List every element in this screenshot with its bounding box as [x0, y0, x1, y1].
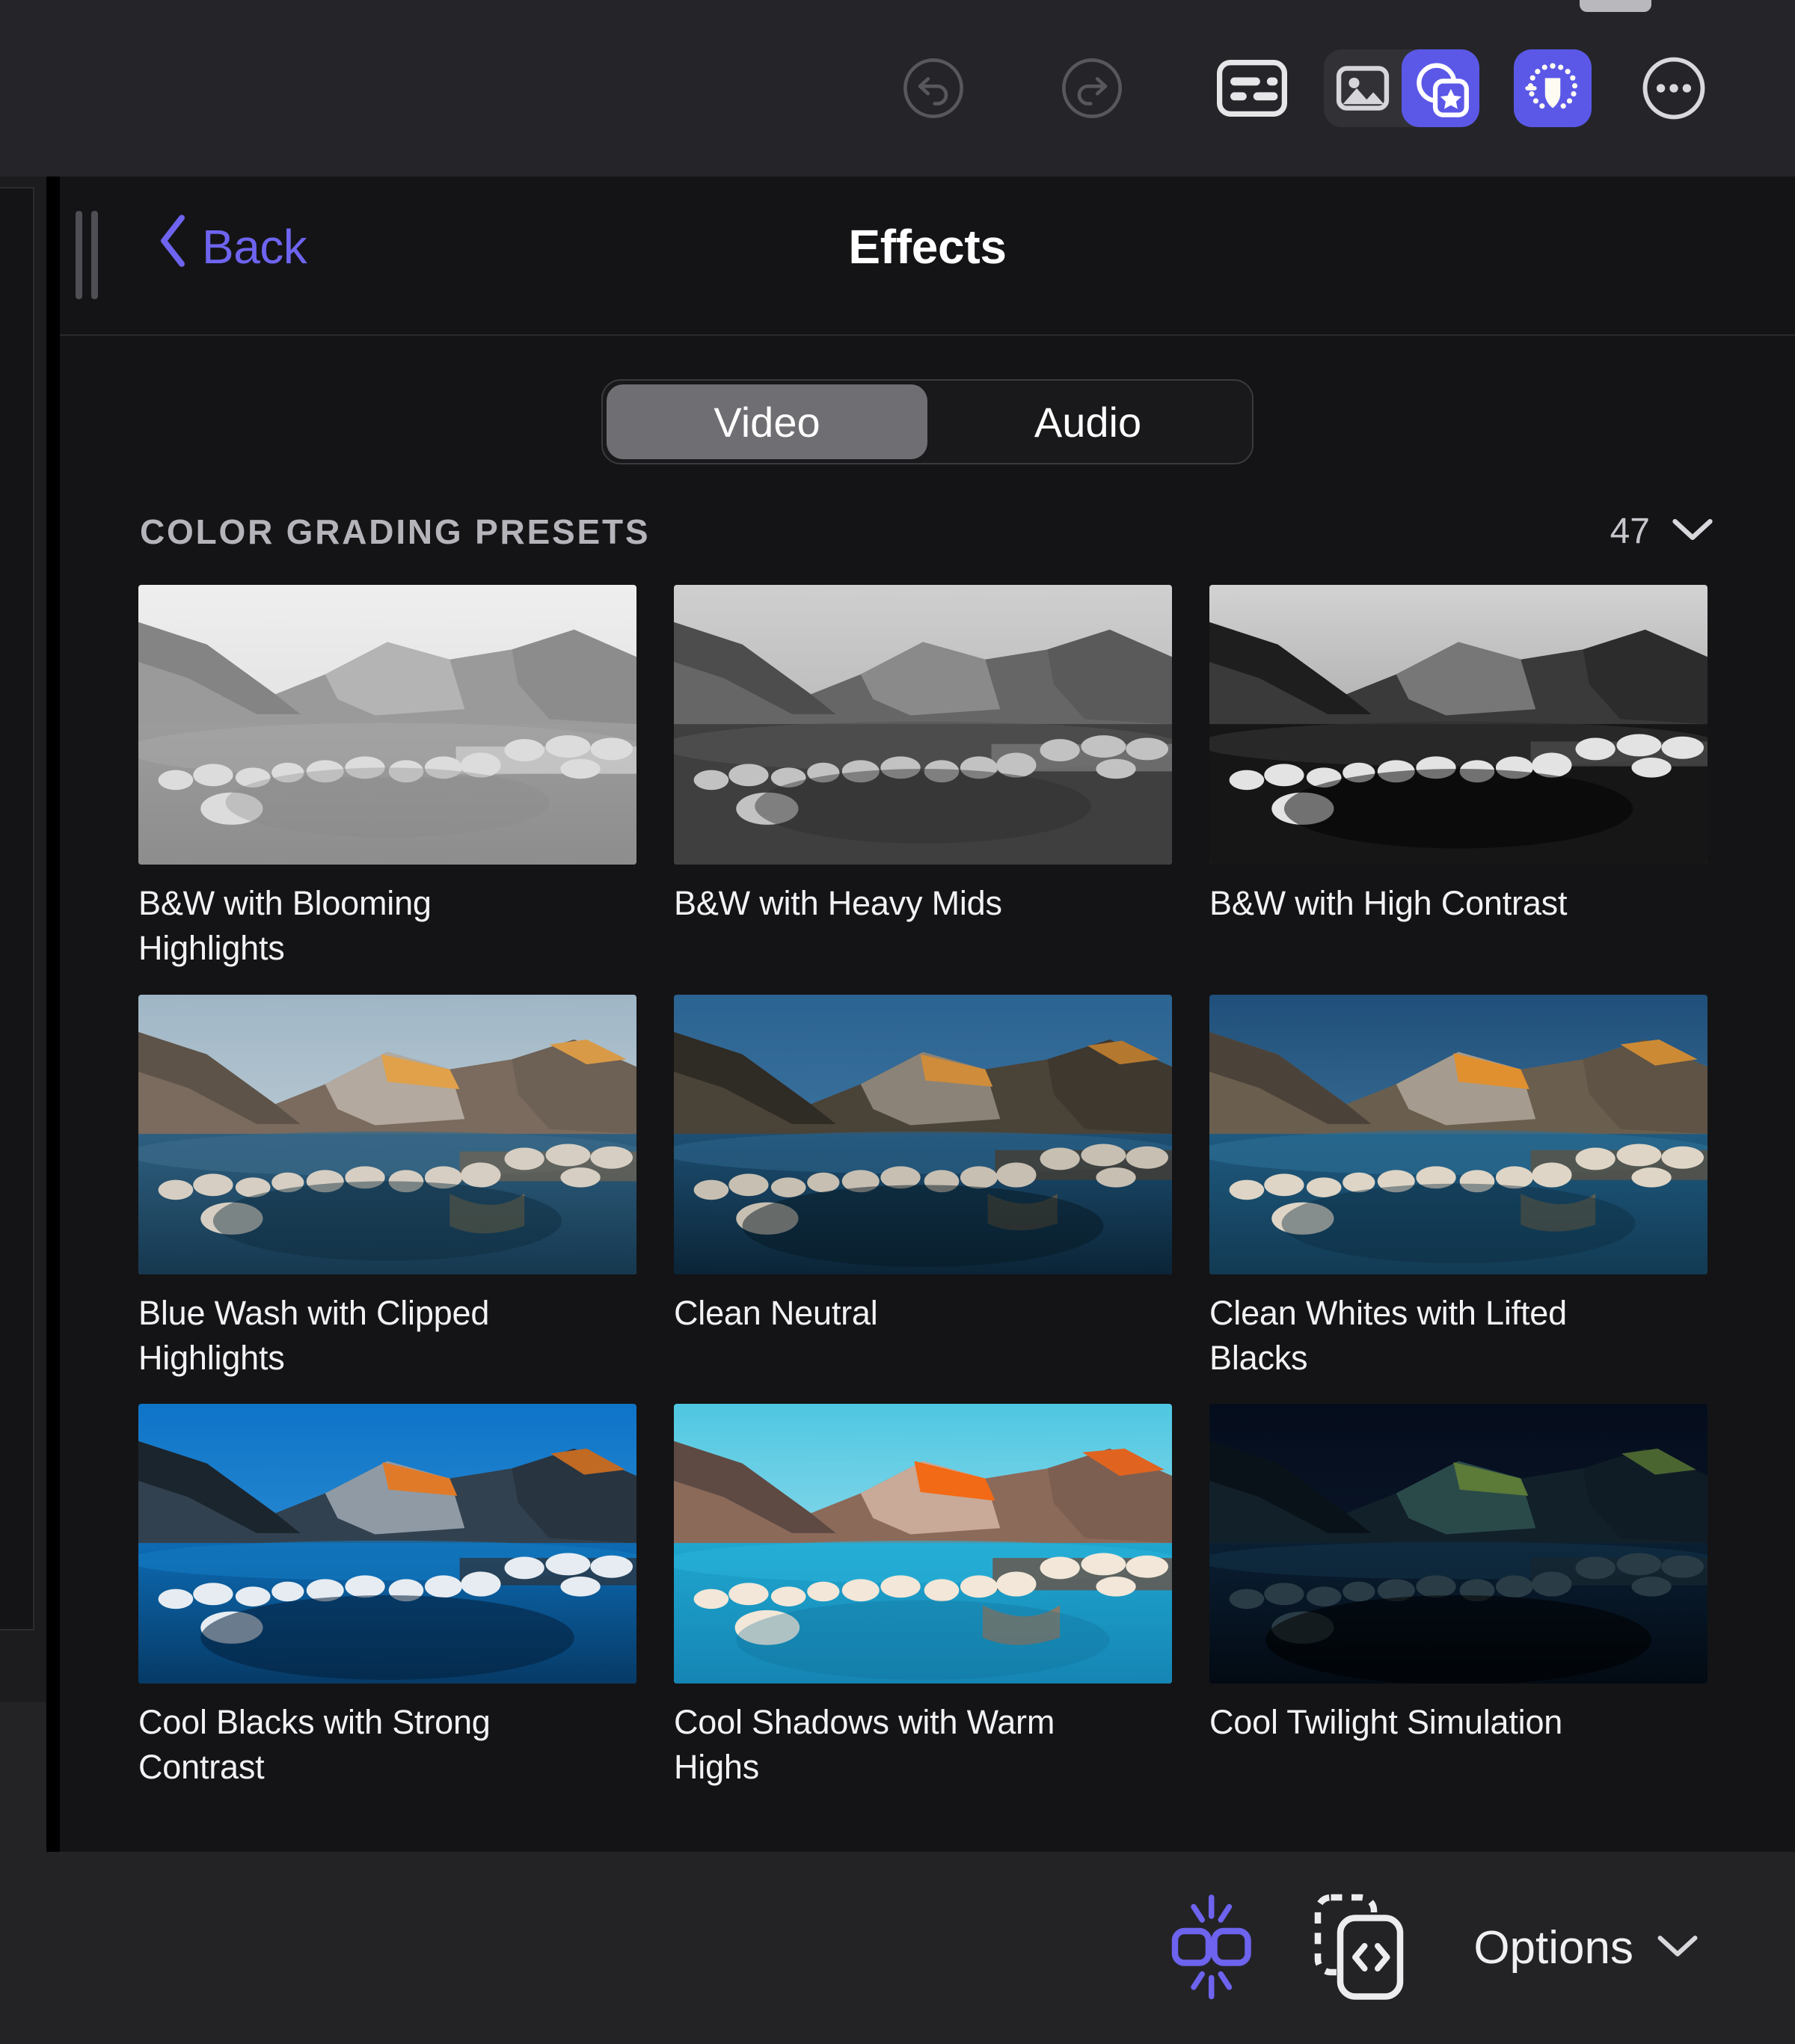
- captions-icon: [1217, 60, 1287, 117]
- undo-button[interactable]: [895, 49, 972, 127]
- preset-grid: B&W with Blooming Highlights: [138, 585, 1795, 1790]
- app-root: Back Effects Video Audio COLOR GRADING P…: [0, 0, 1795, 2044]
- preset-label: Cool Twilight Simulation: [1209, 1700, 1628, 1745]
- panel-switcher-group: [1324, 49, 1479, 127]
- section-title: COLOR GRADING PRESETS: [140, 512, 650, 552]
- bottom-toolbar: Options: [0, 1852, 1795, 2044]
- preset-thumbnail[interactable]: [1209, 585, 1707, 865]
- preset-thumbnail[interactable]: [674, 1404, 1172, 1684]
- preset-label: Cool Blacks with Strong Contrast: [138, 1700, 557, 1790]
- preset-thumbnail[interactable]: [138, 995, 636, 1274]
- preset-card[interactable]: Clean Whites with Lifted Blacks: [1209, 995, 1707, 1381]
- preset-label: Clean Neutral: [674, 1291, 1093, 1336]
- section-count: 47: [1610, 511, 1650, 552]
- preset-card[interactable]: B&W with High Contrast: [1209, 585, 1707, 971]
- preset-thumbnail[interactable]: [1209, 995, 1707, 1274]
- page-title: Effects: [60, 219, 1795, 274]
- preset-card[interactable]: B&W with Heavy Mids: [674, 585, 1172, 971]
- section-header-right[interactable]: 47: [1610, 511, 1714, 552]
- preset-thumbnail[interactable]: [674, 585, 1172, 865]
- sparkle-transition-icon: [1156, 1890, 1268, 2006]
- more-button[interactable]: [1635, 49, 1713, 127]
- panel-header: Back Effects: [60, 177, 1795, 336]
- redo-button[interactable]: [1053, 49, 1131, 127]
- section-header: COLOR GRADING PRESETS 47: [140, 511, 1714, 552]
- left-rail: [0, 177, 46, 1852]
- preset-label: B&W with High Contrast: [1209, 881, 1628, 926]
- magic-badge-icon: [1522, 58, 1583, 119]
- captions-button[interactable]: [1213, 49, 1291, 127]
- chevron-down-icon: [1656, 1933, 1699, 1963]
- options-button[interactable]: Options: [1473, 1921, 1699, 1974]
- effects-button[interactable]: [1402, 49, 1479, 127]
- transition-button[interactable]: [1156, 1892, 1268, 2004]
- preset-label: B&W with Blooming Highlights: [138, 881, 557, 971]
- preset-thumbnail[interactable]: [138, 585, 636, 865]
- options-label: Options: [1473, 1921, 1633, 1974]
- more-circle-icon: [1641, 55, 1707, 121]
- tab-audio[interactable]: Audio: [927, 384, 1248, 459]
- effects-panel: Back Effects Video Audio COLOR GRADING P…: [46, 177, 1795, 1852]
- preset-label: Blue Wash with Clipped Highlights: [138, 1291, 557, 1381]
- left-rail-track: [0, 187, 34, 1630]
- preset-card[interactable]: B&W with Blooming Highlights: [138, 585, 636, 971]
- top-toolbar: [0, 0, 1795, 177]
- preset-card[interactable]: Clean Neutral: [674, 995, 1172, 1381]
- enhance-button[interactable]: [1514, 49, 1592, 127]
- preset-thumbnail[interactable]: [138, 1404, 636, 1684]
- media-type-tabs: Video Audio: [60, 379, 1795, 464]
- preset-card[interactable]: Blue Wash with Clipped Highlights: [138, 995, 636, 1381]
- preset-card[interactable]: Cool Shadows with Warm Highs: [674, 1404, 1172, 1790]
- preset-thumbnail[interactable]: [674, 995, 1172, 1274]
- preset-label: Cool Shadows with Warm Highs: [674, 1700, 1093, 1790]
- clip-duplicate-icon: [1310, 1890, 1408, 2006]
- left-rail-footer: [0, 1702, 46, 1852]
- photo-icon: [1334, 59, 1392, 117]
- preset-thumbnail[interactable]: [1209, 1404, 1707, 1684]
- preset-card[interactable]: Cool Blacks with Strong Contrast: [138, 1404, 636, 1790]
- preset-label: B&W with Heavy Mids: [674, 881, 1093, 926]
- media-button[interactable]: [1324, 49, 1402, 127]
- effects-star-icon: [1411, 58, 1470, 118]
- preset-label: Clean Whites with Lifted Blacks: [1209, 1291, 1628, 1381]
- window-nub: [1580, 0, 1651, 12]
- undo-icon: [901, 56, 966, 120]
- tab-video[interactable]: Video: [607, 384, 927, 459]
- redo-icon: [1060, 56, 1124, 120]
- duplicate-clip-button[interactable]: [1310, 1892, 1408, 2004]
- chevron-down-icon: [1671, 516, 1714, 547]
- preset-card[interactable]: Cool Twilight Simulation: [1209, 1404, 1707, 1790]
